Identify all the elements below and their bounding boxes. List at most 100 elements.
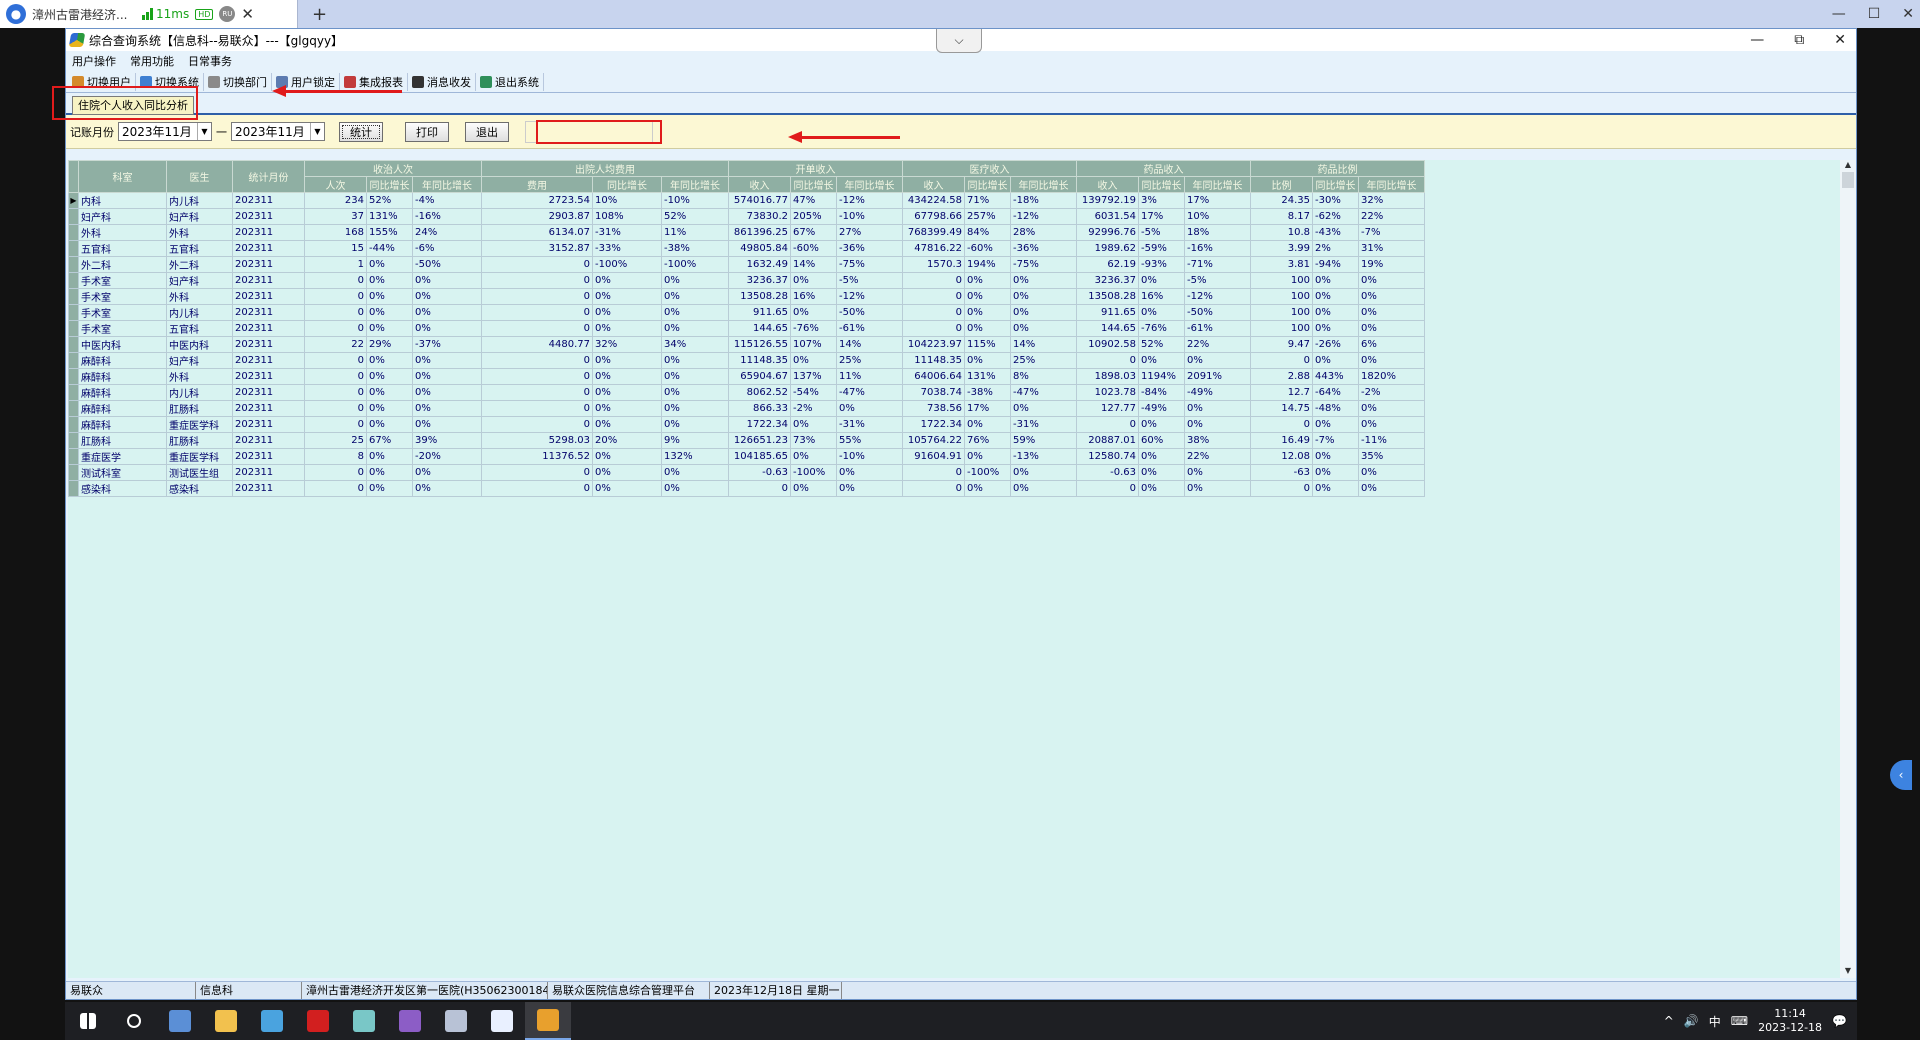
table-cell[interactable]: 22% (1184, 336, 1251, 353)
table-cell[interactable]: 0% (661, 384, 729, 401)
table-cell[interactable]: 0% (661, 464, 729, 481)
table-cell[interactable]: 73830.2 (728, 208, 791, 225)
table-cell[interactable]: 重症医学 (78, 448, 167, 465)
table-cell[interactable]: -94% (1312, 256, 1359, 273)
table-cell[interactable]: -54% (790, 384, 837, 401)
table-cell[interactable]: 0% (1184, 416, 1251, 433)
table-cell[interactable]: 0 (481, 352, 593, 369)
table-cell[interactable]: -5% (1184, 272, 1251, 289)
table-cell[interactable]: 25% (836, 352, 903, 369)
row-indicator[interactable] (68, 400, 79, 417)
table-cell[interactable]: 115% (964, 336, 1011, 353)
table-cell[interactable]: 五官科 (166, 240, 233, 257)
table-cell[interactable]: 1820% (1358, 368, 1425, 385)
table-cell[interactable]: 0% (592, 288, 662, 305)
table-cell[interactable]: 0% (412, 464, 482, 481)
table-cell[interactable]: 妇产科 (78, 208, 167, 225)
table-cell[interactable]: 0% (592, 480, 662, 497)
table-cell[interactable]: 0% (366, 352, 413, 369)
table-cell[interactable]: 0% (366, 288, 413, 305)
row-indicator[interactable] (68, 272, 79, 289)
table-cell[interactable]: 0% (1358, 400, 1425, 417)
table-cell[interactable]: 0% (836, 464, 903, 481)
table-cell[interactable]: -100% (964, 464, 1011, 481)
table-cell[interactable]: 0% (1358, 320, 1425, 337)
current-row-marker[interactable]: ▶ (68, 192, 79, 209)
keyboard-icon[interactable]: ⌨ (1731, 1014, 1748, 1028)
table-cell[interactable]: -47% (1010, 384, 1077, 401)
table-cell[interactable]: -33% (592, 240, 662, 257)
row-indicator[interactable] (68, 320, 79, 337)
table-cell[interactable]: 100 (1250, 288, 1313, 305)
table-cell[interactable]: 2091% (1184, 368, 1251, 385)
table-cell[interactable]: 0 (304, 288, 367, 305)
table-cell[interactable]: 0% (661, 288, 729, 305)
table-cell[interactable]: 132% (661, 448, 729, 465)
table-cell[interactable]: 测试科室 (78, 464, 167, 481)
table-cell[interactable]: 0% (1358, 272, 1425, 289)
table-cell[interactable]: 0% (836, 480, 903, 497)
table-cell[interactable]: -5% (1138, 224, 1185, 241)
table-cell[interactable]: 0% (412, 400, 482, 417)
table-cell[interactable]: 0% (1010, 480, 1077, 497)
table-cell[interactable]: 39% (412, 432, 482, 449)
table-cell[interactable]: 0% (592, 448, 662, 465)
row-indicator[interactable] (68, 288, 79, 305)
menu-common-functions[interactable]: 常用功能 (130, 53, 174, 69)
table-cell[interactable]: 1570.3 (902, 256, 965, 273)
table-cell[interactable]: 0% (412, 480, 482, 497)
table-row[interactable]: 手术室 妇产科 202311 0 0% 0% 0 0% 0% 3236.37 0% -5% 0 0% 0% 3… (68, 272, 1425, 289)
taskbar-network-tool[interactable] (433, 1002, 479, 1040)
table-cell[interactable]: 12.7 (1250, 384, 1313, 401)
table-cell[interactable]: 7038.74 (902, 384, 965, 401)
table-cell[interactable]: 0% (1358, 352, 1425, 369)
table-cell[interactable]: 14% (836, 336, 903, 353)
table-cell[interactable]: 19% (1358, 256, 1425, 273)
table-cell[interactable]: 0% (661, 352, 729, 369)
table-cell[interactable]: 肛肠科 (78, 432, 167, 449)
table-cell[interactable]: 0% (592, 368, 662, 385)
table-cell[interactable]: 0% (1010, 288, 1077, 305)
table-cell[interactable]: -16% (1184, 240, 1251, 257)
table-cell[interactable]: 0 (304, 368, 367, 385)
remote-session-tab[interactable]: ● 漳州古雷港经济... 11ms HD RU ✕ (0, 0, 298, 28)
table-cell[interactable]: 0% (592, 384, 662, 401)
table-cell[interactable]: -38% (964, 384, 1011, 401)
table-cell[interactable]: 0% (1184, 400, 1251, 417)
table-cell[interactable]: 100 (1250, 320, 1313, 337)
taskbar-visual-studio[interactable] (387, 1002, 433, 1040)
table-cell[interactable]: -100% (790, 464, 837, 481)
table-cell[interactable]: 8.17 (1250, 208, 1313, 225)
table-cell[interactable]: 0 (1250, 352, 1313, 369)
table-cell[interactable]: -12% (836, 288, 903, 305)
table-cell[interactable]: -2% (1358, 384, 1425, 401)
toolbar-item-2[interactable]: 切换部门 (204, 72, 272, 91)
table-cell[interactable]: 35% (1358, 448, 1425, 465)
table-cell[interactable]: 10902.58 (1076, 336, 1139, 353)
row-indicator[interactable] (68, 480, 79, 497)
table-cell[interactable]: 3.99 (1250, 240, 1313, 257)
table-cell[interactable]: 2.88 (1250, 368, 1313, 385)
table-cell[interactable]: 外科 (78, 224, 167, 241)
table-cell[interactable]: 0% (366, 464, 413, 481)
row-indicator[interactable] (68, 240, 79, 257)
taskbar-file-explorer[interactable] (203, 1002, 249, 1040)
table-cell[interactable]: 0% (366, 400, 413, 417)
table-cell[interactable]: 3152.87 (481, 240, 593, 257)
table-cell[interactable]: 24.35 (1250, 192, 1313, 209)
table-cell[interactable]: 0% (964, 304, 1011, 321)
row-indicator[interactable] (68, 256, 79, 273)
ru-badge[interactable]: RU (219, 6, 236, 22)
table-cell[interactable]: 17% (1184, 192, 1251, 209)
table-cell[interactable]: 6134.07 (481, 224, 593, 241)
table-cell[interactable]: 0% (412, 272, 482, 289)
table-cell[interactable]: 1632.49 (728, 256, 791, 273)
table-cell[interactable]: 52% (1138, 336, 1185, 353)
table-cell[interactable]: 妇产科 (166, 208, 233, 225)
stat-button[interactable]: 统计 (339, 121, 383, 142)
table-cell[interactable]: 0% (1138, 304, 1185, 321)
table-cell[interactable]: 20% (592, 432, 662, 449)
toolbar-item-5[interactable]: 消息收发 (408, 72, 476, 91)
table-cell[interactable]: 11% (836, 368, 903, 385)
table-cell[interactable]: 0% (1312, 480, 1359, 497)
